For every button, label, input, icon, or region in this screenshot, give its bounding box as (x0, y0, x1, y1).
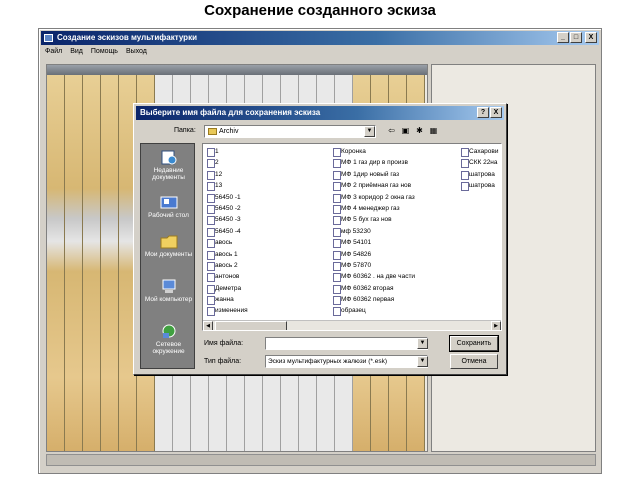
file-item[interactable]: СКК 22на (460, 157, 501, 169)
folder-label: Папка: (174, 127, 196, 134)
file-item[interactable]: МФ 1дир новый газ (332, 169, 460, 181)
dialog-close-button[interactable]: X (490, 107, 502, 118)
scroll-left-icon[interactable]: ◀ (203, 321, 213, 330)
file-item[interactable]: Деметра (206, 283, 324, 295)
file-item[interactable]: авось 2 (206, 260, 324, 272)
file-list[interactable]: 1 2 12 13 56450 -1 56450 -2 56450 -3 564… (202, 143, 502, 331)
menu-view[interactable]: Вид (70, 46, 83, 58)
dialog-toolbar: ⇦ ▣ ✱ ▦ (386, 124, 439, 137)
file-item[interactable]: образец (332, 305, 460, 317)
file-item[interactable]: Сахарови (460, 146, 501, 158)
file-item[interactable]: Коронка (332, 146, 460, 158)
file-item[interactable]: мф 53230 (332, 226, 460, 238)
menubar: Файл Вид Помощь Выход (41, 46, 147, 58)
status-strip (46, 454, 596, 466)
app-icon (44, 34, 53, 42)
file-item[interactable]: МФ 54101 (332, 237, 460, 249)
place-recent[interactable]: Недавние документы (141, 150, 196, 181)
dialog-title: Выберите имя файла для сохранения эскиза (140, 108, 321, 117)
file-item[interactable]: МФ 60362 первая (332, 294, 460, 306)
scrollbar-thumb[interactable] (215, 321, 287, 330)
file-item[interactable]: авось 1 (206, 249, 324, 260)
folder-value: Archiv (219, 128, 239, 135)
file-item[interactable]: МФ 4 менеджер газ (332, 203, 460, 215)
file-item[interactable]: жанна (206, 294, 324, 306)
slide-title: Сохранение созданного эскиза (204, 2, 436, 19)
file-item[interactable]: авось (206, 237, 324, 249)
file-item[interactable]: МФ 54826 (332, 249, 460, 260)
filename-dropdown-icon[interactable]: ▼ (417, 338, 428, 349)
file-item[interactable]: антонов (206, 271, 324, 283)
file-item[interactable]: 56450 -4 (206, 226, 324, 238)
my-computer-icon (162, 279, 175, 293)
file-item[interactable]: МФ 2 приёмная газ нов (332, 180, 460, 192)
network-icon (162, 324, 175, 338)
file-item[interactable]: 12 (206, 169, 324, 181)
chevron-down-icon[interactable]: ▼ (364, 126, 375, 137)
close-button[interactable]: X (585, 32, 597, 43)
file-item[interactable]: 1 (206, 146, 324, 158)
file-item[interactable]: МФ 5 бух газ нов (332, 214, 460, 226)
place-my-documents[interactable]: Мои документы (141, 234, 196, 258)
save-dialog: Выберите имя файла для сохранения эскиза… (133, 103, 507, 375)
scroll-right-icon[interactable]: ▶ (491, 321, 501, 330)
folder-select[interactable]: Archiv ▼ (204, 125, 376, 138)
file-item[interactable]: изменения (206, 305, 324, 317)
back-arrow-icon[interactable]: ⇦ (386, 124, 397, 137)
blind-slat (47, 75, 65, 451)
file-item[interactable]: шатрова (460, 180, 501, 192)
cancel-button[interactable]: Отмена (450, 354, 498, 369)
file-item[interactable]: 13 (206, 180, 324, 192)
place-desktop[interactable]: Рабочий стол (141, 195, 196, 219)
blind-slat (65, 75, 83, 451)
filename-input[interactable] (265, 337, 428, 350)
file-item[interactable]: МФ 60362 вторая (332, 283, 460, 295)
filetype-select[interactable]: Эскиз мультифактурных жалюзи (*.esk) (265, 355, 428, 368)
file-item[interactable]: шатрова (460, 169, 501, 181)
file-item[interactable]: МФ 3 коридор 2 окна газ (332, 192, 460, 203)
save-button[interactable]: Сохранить (449, 335, 499, 352)
new-folder-icon[interactable]: ✱ (414, 124, 425, 137)
file-item[interactable]: МФ 57870 (332, 260, 460, 272)
folder-icon (208, 128, 217, 135)
blind-rail (47, 65, 427, 75)
places-bar: Недавние документы Рабочий стол Мои доку… (140, 143, 195, 369)
help-button[interactable]: ? (477, 107, 489, 118)
blind-slat (83, 75, 101, 451)
file-item[interactable]: 2 (206, 157, 324, 169)
minimize-button[interactable]: _ (557, 32, 569, 43)
place-my-computer[interactable]: Мой компьютер (141, 279, 196, 303)
filetype-dropdown-icon[interactable]: ▼ (417, 356, 428, 367)
dialog-titlebar[interactable]: Выберите имя файла для сохранения эскиза… (136, 106, 504, 120)
up-folder-icon[interactable]: ▣ (400, 124, 411, 137)
filetype-label: Тип файла: (204, 358, 242, 365)
desktop-icon (160, 196, 177, 209)
file-item[interactable]: МФ 1 газ дир в произв (332, 157, 460, 169)
horizontal-scrollbar[interactable]: ◀ ▶ (203, 320, 501, 330)
my-documents-icon (160, 235, 177, 249)
file-column-3: Сахарови СКК 22на шатрова шатрова (460, 146, 501, 192)
recent-documents-icon (161, 150, 176, 165)
menu-help[interactable]: Помощь (91, 46, 118, 58)
app-title: Создание эскизов мультифактурки (57, 33, 197, 42)
file-item[interactable]: 56450 -2 (206, 203, 324, 215)
menu-exit[interactable]: Выход (126, 46, 147, 58)
file-column-2: Коронка МФ 1 газ дир в произв МФ 1дир но… (332, 146, 460, 317)
file-column-1: 1 2 12 13 56450 -1 56450 -2 56450 -3 564… (206, 146, 324, 317)
file-item[interactable]: 56450 -1 (206, 192, 324, 203)
filename-label: Имя файла: (204, 340, 244, 347)
file-item[interactable]: 56450 -3 (206, 214, 324, 226)
view-menu-icon[interactable]: ▦ (428, 124, 439, 137)
menu-file[interactable]: Файл (45, 46, 62, 58)
maximize-button[interactable]: □ (570, 32, 582, 43)
file-item[interactable]: МФ 60362 . на две части (332, 271, 460, 283)
app-titlebar[interactable]: Создание эскизов мультифактурки _ □ X (41, 31, 599, 45)
blind-slat (101, 75, 119, 451)
place-network[interactable]: Сетевое окружение (141, 324, 196, 355)
